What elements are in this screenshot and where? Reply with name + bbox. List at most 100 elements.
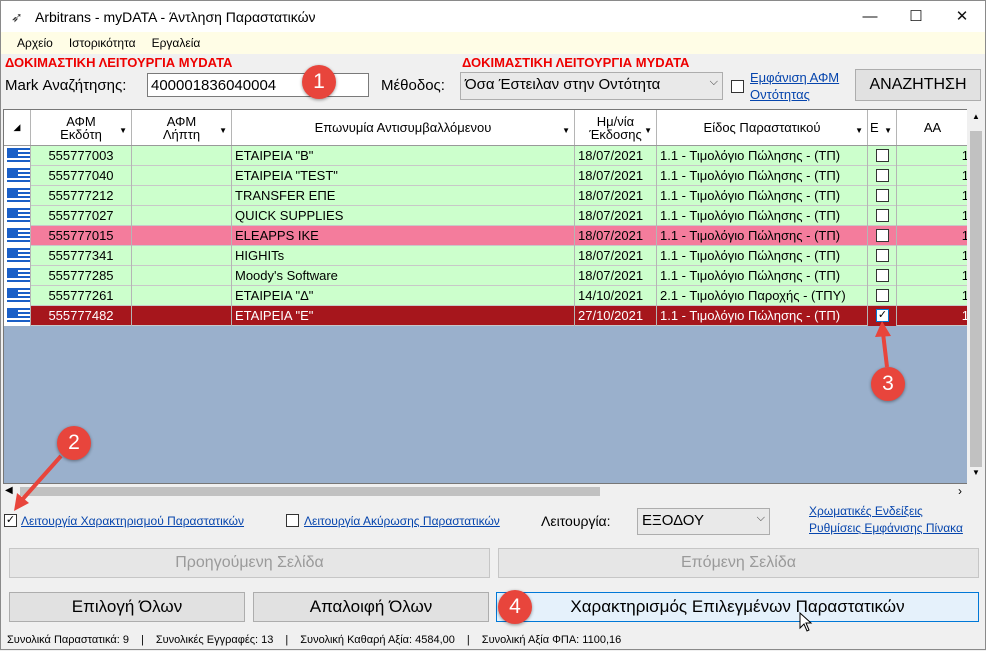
next-page-button[interactable]: Επόμενη Σελίδα — [498, 548, 979, 578]
prev-page-button[interactable]: Προηγούμενη Σελίδα — [9, 548, 490, 578]
menu-file[interactable]: Αρχείο — [17, 36, 53, 50]
table-row[interactable]: 555777341 HIGHITs 18/07/2021 1.1 - Τιμολόγι… — [4, 246, 968, 266]
table-row[interactable]: 555777027 QUICK SUPPLIES 18/07/2021 1.1 - Τ… — [4, 206, 968, 226]
col-name-label: Επωνυμία Αντισυμβαλλόμενου — [314, 120, 492, 135]
menu-history[interactable]: Ιστορικότητα — [69, 36, 136, 50]
select-checkbox-cell[interactable] — [868, 286, 897, 306]
afm-issuer-cell: 555777027 — [31, 206, 132, 226]
menu-tools[interactable]: Εργαλεία — [152, 36, 201, 50]
status-separator: | — [466, 634, 470, 646]
select-checkbox-cell[interactable] — [868, 246, 897, 266]
close-button[interactable]: ✕ — [939, 1, 985, 32]
characterization-mode-link[interactable]: Λειτουργία Χαρακτηρισμού Παραστατικών — [21, 514, 244, 528]
date-cell: 18/07/2021 — [575, 246, 657, 266]
unchecked-checkbox[interactable] — [876, 209, 889, 222]
display-settings-link[interactable]: Ρυθμίσεις Εμφάνισης Πίνακα — [809, 521, 963, 535]
mode-select[interactable]: ΕΞΟΔΟΥ ⌵ — [637, 508, 770, 535]
scroll-down-icon[interactable]: ▼ — [967, 468, 985, 477]
cancellation-mode-checkbox[interactable] — [286, 514, 299, 527]
filter-dropdown-icon[interactable]: ▼ — [644, 124, 652, 137]
table-row[interactable]: 555777482 ΕΤΑΙΡΕΙΑ "Ε" 27/10/2021 1.1 - Τιμ… — [4, 306, 969, 326]
unchecked-checkbox[interactable] — [876, 229, 889, 242]
col-e[interactable]: Ε ▼ — [868, 110, 897, 145]
vertical-scroll-thumb[interactable] — [970, 131, 982, 467]
horizontal-scroll-thumb[interactable] — [20, 487, 600, 496]
table-row[interactable]: 555777015 ELEAPPS IKE 18/07/2021 1.1 - Τιμο… — [4, 226, 968, 246]
color-legend-link[interactable]: Χρωματικές Ενδείξεις — [809, 504, 923, 518]
aa-cell: 1 — [961, 148, 969, 163]
unchecked-checkbox[interactable] — [876, 149, 889, 162]
status-vat-value: Συνολική Αξία ΦΠΑ: 1100,16 — [481, 634, 622, 646]
show-afm-link-line1[interactable]: Εμφάνιση ΑΦΜ — [750, 70, 839, 85]
sort-arrow-icon: ◢ — [13, 122, 21, 132]
afm-issuer-cell: 555777285 — [31, 266, 132, 286]
scroll-right-icon[interactable]: › — [958, 484, 962, 498]
filter-dropdown-icon[interactable]: ▼ — [562, 124, 570, 137]
select-checkbox-cell[interactable] — [868, 166, 897, 186]
greek-flag-icon — [7, 248, 30, 264]
chevron-down-icon: ⌵ — [756, 512, 765, 524]
test-mode-warning-left: ΔΟΚΙΜΑΣΤΙΚΗ ΛΕΙΤΟΥΡΓΙΑ MYDATA — [5, 55, 233, 70]
select-checkbox-cell[interactable] — [868, 146, 897, 166]
table-row[interactable]: 555777285 Moody's Software 18/07/2021 1.1 -… — [4, 266, 968, 286]
scroll-up-icon[interactable]: ▲ — [967, 112, 985, 121]
table-row[interactable]: 555777003 ΕΤΑΙΡΕΙΑ "Β" 18/07/2021 1.1 - Τιμ… — [4, 146, 969, 166]
scroll-left-icon[interactable]: ◀ — [5, 485, 13, 496]
unchecked-checkbox[interactable] — [876, 189, 889, 202]
col-afm-issuer[interactable]: ΑΦΜ Εκδότη ▼ — [31, 110, 132, 145]
aa-cell: 1 — [961, 188, 969, 203]
afm-issuer-cell: 555777482 — [31, 306, 132, 326]
col-aa[interactable]: ΑΑ — [897, 110, 968, 145]
unchecked-checkbox[interactable] — [876, 249, 889, 262]
cancellation-mode-link[interactable]: Λειτουργία Ακύρωσης Παραστατικών — [304, 514, 500, 528]
show-afm-checkbox[interactable] — [731, 80, 744, 93]
unchecked-checkbox[interactable] — [876, 169, 889, 182]
minimize-button[interactable]: — — [847, 1, 893, 32]
search-button[interactable]: ΑΝΑΖΗΤΗΣΗ — [855, 69, 981, 101]
documents-grid[interactable]: ◢ ΑΦΜ Εκδότη ▼ ΑΦΜ Λήπτη ▼ Επωνυμία Αντισυμβ… — [3, 109, 969, 484]
select-checkbox-cell[interactable] — [868, 206, 897, 226]
show-afm-link-line2[interactable]: Οντότητας — [750, 87, 810, 102]
step-badge-1: 1 — [302, 65, 336, 99]
characterization-mode-checkbox[interactable]: ✓ — [4, 514, 17, 527]
aa-cell: 1 — [961, 308, 969, 323]
filter-dropdown-icon[interactable]: ▼ — [219, 124, 227, 137]
row-selector-header[interactable]: ◢ — [4, 110, 31, 145]
table-row[interactable]: 555777261 ΕΤΑΙΡΕΙΑ "Δ" 14/10/2021 2.1 - Τιμ… — [4, 286, 968, 306]
col-afm-receiver[interactable]: ΑΦΜ Λήπτη ▼ — [132, 110, 232, 145]
method-label: Μέθοδος: — [381, 77, 445, 94]
filter-dropdown-icon[interactable]: ▼ — [855, 124, 863, 137]
select-all-button[interactable]: Επιλογή Όλων — [9, 592, 245, 622]
step-badge-4: 4 — [498, 590, 532, 624]
clear-all-button[interactable]: Απαλοιφή Όλων — [253, 592, 489, 622]
flag-cell — [4, 286, 31, 306]
col-date[interactable]: Ημ/νία Έκδοσης ▼ — [575, 110, 657, 145]
filter-dropdown-icon[interactable]: ▼ — [119, 124, 127, 137]
afm-issuer-cell: 555777003 — [31, 146, 132, 166]
maximize-button[interactable]: ☐ — [893, 1, 939, 32]
vertical-scrollbar[interactable]: ▲ ▼ — [967, 109, 985, 499]
method-select[interactable]: Όσα Έστειλαν στην Οντότητα ⌵ — [460, 72, 723, 100]
checked-checkbox[interactable]: ✓ — [876, 309, 889, 322]
type-cell: 1.1 - Τιμολόγιο Πώλησης - (ΤΠ) — [657, 226, 868, 246]
status-total-entries: Συνολικές Εγγραφές: 13 — [155, 634, 274, 646]
filter-dropdown-icon[interactable]: ▼ — [884, 124, 892, 137]
status-total-docs: Συνολικά Παραστατικά: 9 — [7, 634, 129, 646]
col-type[interactable]: Είδος Παραστατικού ▼ — [657, 110, 868, 145]
table-row[interactable]: 555777040 ΕΤΑΙΡΕΙΑ "TEST" 18/07/2021 1.1 - … — [4, 166, 968, 186]
unchecked-checkbox[interactable] — [876, 289, 889, 302]
greek-flag-icon — [7, 268, 30, 284]
title-bar[interactable]: ➶ Arbitrans - myDATA - Άντληση Παραστατι… — [1, 1, 985, 32]
type-cell: 2.1 - Τιμολόγιο Παροχής - (ΤΠΥ) — [657, 286, 868, 306]
status-separator: | — [140, 634, 144, 646]
col-date-line2: Έκδοσης — [589, 126, 642, 142]
select-checkbox-cell[interactable] — [868, 186, 897, 206]
characterize-selected-button[interactable]: Χαρακτηρισμός Επιλεγμένων Παραστατικών — [496, 592, 979, 622]
horizontal-scrollbar[interactable]: ◀ › — [3, 484, 967, 499]
col-name[interactable]: Επωνυμία Αντισυμβαλλόμενου ▼ — [232, 110, 575, 145]
unchecked-checkbox[interactable] — [876, 269, 889, 282]
select-checkbox-cell[interactable]: ✓ — [868, 306, 897, 326]
select-checkbox-cell[interactable] — [868, 266, 897, 286]
select-checkbox-cell[interactable] — [868, 226, 897, 246]
table-row[interactable]: 555777212 TRANSFER ΕΠΕ 18/07/2021 1.1 - Τιμ… — [4, 186, 969, 206]
